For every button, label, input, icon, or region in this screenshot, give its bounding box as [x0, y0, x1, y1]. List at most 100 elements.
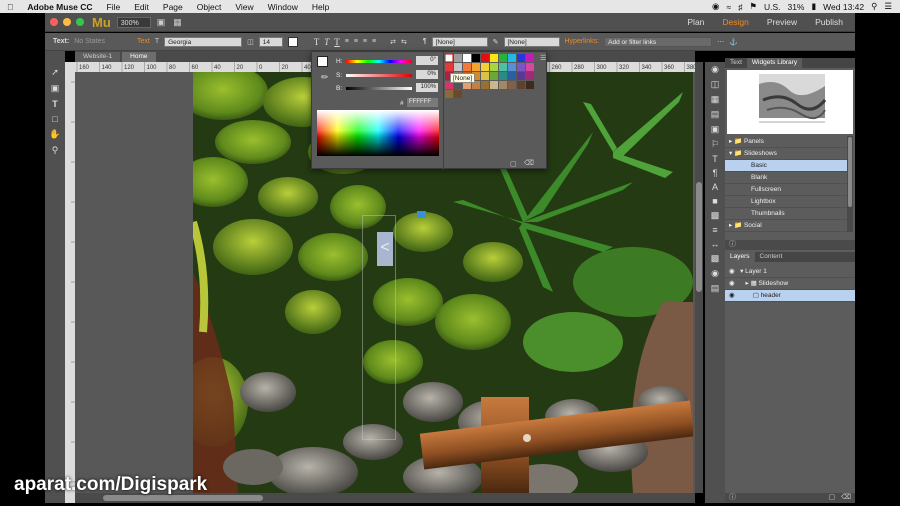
info-icon[interactable]: ⓘ — [729, 241, 736, 248]
widgets-panel-icon[interactable]: ◉ — [711, 64, 719, 75]
mode-plan[interactable]: Plan — [687, 17, 704, 27]
text-panel-icon[interactable]: T — [712, 154, 718, 164]
spotlight-icon[interactable]: ⚲ — [871, 1, 877, 12]
minimize-window-button[interactable] — [63, 18, 71, 26]
new-layer-icon[interactable]: ▢ — [828, 493, 835, 503]
anchor-icon[interactable]: ⚓ — [729, 38, 738, 46]
bold-button[interactable]: T — [314, 37, 320, 47]
wrap-panel-icon[interactable]: ▩ — [711, 253, 720, 264]
menu-object[interactable]: Object — [190, 2, 229, 12]
paragraph-style-select[interactable]: [None] — [431, 36, 488, 47]
align-left-icon[interactable]: ≡ — [345, 38, 349, 45]
battery-label[interactable]: 31% — [787, 2, 804, 12]
tree-folder-slideshows[interactable]: ▾ 📁 Slideshows — [725, 148, 847, 160]
delete-layer-icon[interactable]: ⌫ — [841, 493, 851, 503]
eye-icon[interactable]: ◉ — [729, 268, 735, 275]
align-right-icon[interactable]: ≡ — [363, 38, 367, 45]
italic-button[interactable]: T — [324, 37, 329, 47]
assets-panel-icon[interactable]: ▦ — [711, 94, 720, 105]
menu-file[interactable]: File — [100, 2, 128, 12]
view-options-icon[interactable]: ▦ — [173, 17, 182, 28]
current-color-swatch[interactable] — [317, 56, 328, 67]
selection-tool-icon[interactable]: ➚ — [51, 67, 59, 78]
zoom-tool-icon[interactable]: ⚲ — [52, 145, 59, 156]
zoom-window-button[interactable] — [76, 18, 84, 26]
menu-view[interactable]: View — [228, 2, 260, 12]
new-swatch-icon[interactable]: ▢ — [510, 160, 517, 168]
tab-layers[interactable]: Layers — [725, 252, 755, 262]
app-menu[interactable]: Adobe Muse CC — [20, 2, 99, 12]
tree-item-fullscreen[interactable]: Fullscreen — [725, 184, 847, 196]
tree-item-thumbnails[interactable]: Thumbnails — [725, 208, 847, 220]
brightness-value[interactable]: 100% — [416, 83, 438, 92]
tab-content[interactable]: Content — [755, 252, 788, 262]
hue-value[interactable]: 0° — [416, 56, 438, 65]
clock[interactable]: Wed 13:42 — [823, 2, 864, 12]
align-panel-icon[interactable]: ≡ — [712, 225, 717, 235]
sitemap-panel-icon[interactable]: ▣ — [711, 124, 720, 135]
rectangle-tool-icon[interactable]: □ — [52, 114, 57, 124]
library-panel-icon[interactable]: ◫ — [711, 79, 720, 90]
volume-icon[interactable]: ♯ — [738, 2, 742, 12]
eyedropper-icon[interactable]: ✏ — [321, 72, 329, 83]
menu-window[interactable]: Window — [261, 2, 305, 12]
hex-input[interactable]: FFFFFF — [407, 98, 438, 107]
wifi-icon[interactable]: ≈ — [726, 2, 731, 12]
outdent-icon[interactable]: ⇆ — [401, 38, 407, 46]
layer-row-layer-1[interactable]: ◉ ▾ Layer 1 — [725, 266, 855, 278]
hyperlinks-label[interactable]: Hyperlinks: — [565, 38, 600, 45]
crop-tool-icon[interactable]: ▣ — [51, 83, 60, 94]
tree-folder-panels[interactable]: ▸ 📁 Panels — [725, 136, 847, 148]
delete-swatch-icon[interactable]: ⌫ — [524, 159, 534, 167]
text-panel-link[interactable]: Text — [137, 38, 150, 45]
tree-item-lightbox[interactable]: Lightbox — [725, 196, 847, 208]
hue-slider[interactable] — [346, 60, 412, 63]
tab-text[interactable]: Text — [725, 58, 747, 68]
hyperlinks-input[interactable]: Add or filter links — [604, 36, 713, 47]
effects-panel-icon[interactable]: ◉ — [711, 268, 719, 279]
vertical-scrollbar[interactable] — [695, 62, 703, 493]
font-select[interactable]: Georgia — [164, 36, 243, 47]
mode-design[interactable]: Design — [722, 17, 748, 27]
align-center-icon[interactable]: ≡ — [354, 38, 358, 45]
selection-handle[interactable] — [417, 211, 426, 218]
vertical-scroll-thumb[interactable] — [696, 182, 702, 292]
indent-icon[interactable]: ⇄ — [390, 38, 396, 46]
tree-folder-social[interactable]: ▸ 📁 Social — [725, 220, 847, 232]
flag-icon[interactable]: ⚑ — [749, 1, 757, 12]
hand-tool-icon[interactable]: ✋ — [49, 129, 60, 140]
font-size-field[interactable]: 14 — [258, 36, 283, 47]
text-color-swatch[interactable] — [287, 36, 298, 47]
slideshow-prev-button[interactable]: < — [377, 232, 393, 266]
layers-panel-icon[interactable]: ▤ — [711, 283, 720, 294]
spacing-panel-icon[interactable]: ↔ — [711, 239, 720, 249]
align-justify-icon[interactable]: ≡ — [372, 38, 376, 45]
link-icon[interactable]: ⋯ — [717, 38, 724, 46]
menu-help[interactable]: Help — [305, 2, 336, 12]
color-spectrum[interactable] — [317, 110, 439, 156]
layers-info-icon[interactable]: ⓘ — [729, 493, 736, 503]
eye-icon[interactable]: ◉ — [729, 292, 735, 299]
paragraph-styles-icon[interactable]: ¶ — [713, 168, 718, 178]
tab-widgets-library[interactable]: Widgets Library — [746, 58, 803, 68]
mode-preview[interactable]: Preview — [767, 17, 797, 27]
camera-icon[interactable]: ◉ — [712, 1, 719, 12]
menu-edit[interactable]: Edit — [127, 2, 156, 12]
tree-item-basic[interactable]: Basic — [725, 160, 847, 172]
saturation-slider[interactable] — [346, 74, 412, 77]
locale-label[interactable]: U.S. — [764, 2, 781, 12]
tab-website-1[interactable]: Website-1 — [75, 52, 121, 62]
character-styles-icon[interactable]: A — [712, 182, 718, 192]
tab-home[interactable]: Home — [122, 52, 156, 62]
preview-page-icon[interactable]: ▣ — [157, 17, 166, 28]
character-style-select[interactable]: [None] — [503, 36, 560, 47]
apple-icon[interactable]:  — [0, 2, 20, 12]
transform-panel-icon[interactable]: ⚐ — [711, 139, 719, 150]
layer-row-slideshow[interactable]: ◉ ▸ ▦ Slideshow — [725, 278, 855, 290]
brightness-slider[interactable] — [346, 87, 412, 90]
underline-button[interactable]: T — [334, 37, 340, 47]
zoom-select[interactable]: 300% — [116, 16, 151, 28]
states-panel-icon[interactable]: ▤ — [711, 109, 720, 120]
layer-row-header[interactable]: ◉ ▢ header — [725, 290, 855, 302]
swatch-menu-icon[interactable]: ☰ — [540, 54, 546, 62]
